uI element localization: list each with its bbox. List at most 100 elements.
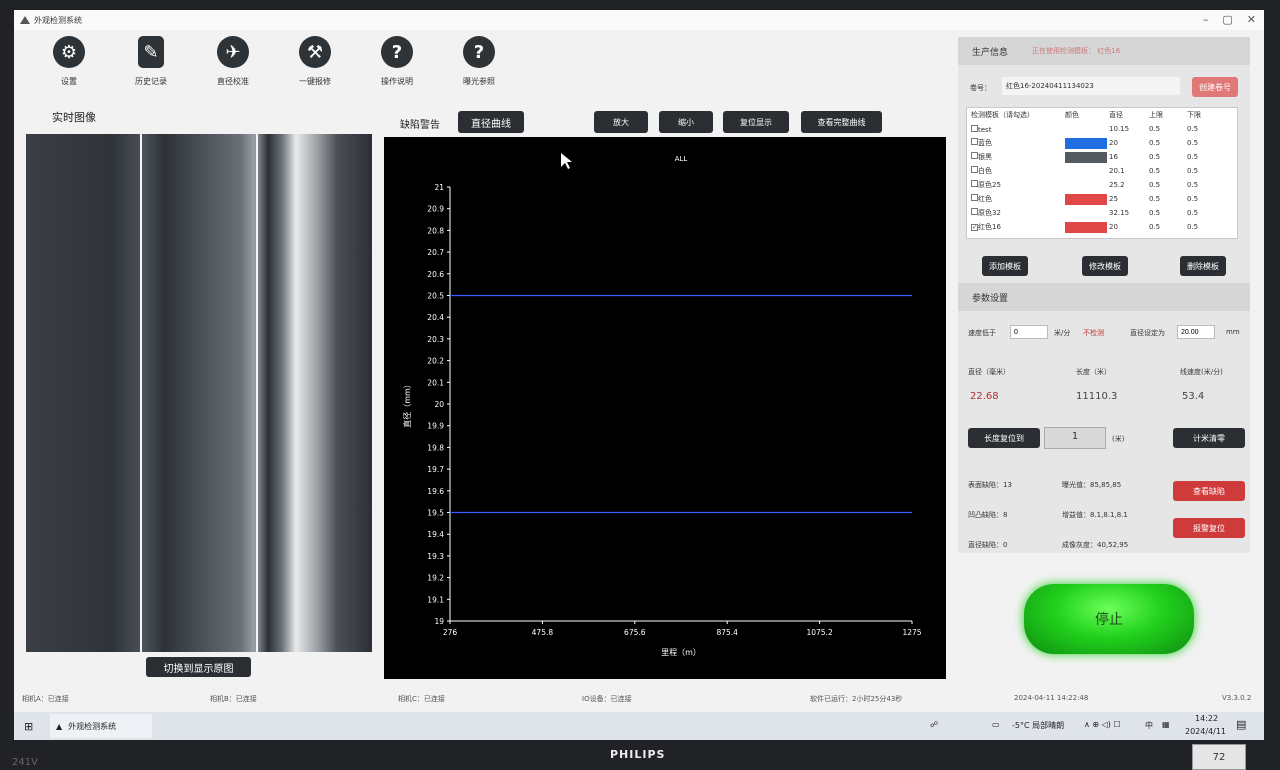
app-logo-icon (20, 15, 30, 25)
template-row[interactable]: 红色 25 0.5 0.5 (967, 192, 1237, 206)
realtime-image (26, 134, 372, 652)
template-diameter: 20.1 (1109, 167, 1125, 175)
y-tick-label: 20.7 (427, 248, 444, 257)
add-template-button[interactable]: 添加模板 (982, 256, 1028, 276)
x-tick-label: 475.8 (532, 628, 554, 637)
y-tick-label: 20.6 (427, 270, 444, 279)
y-tick-label: 20.4 (427, 313, 444, 322)
notification-icon[interactable]: ▤ (1236, 718, 1246, 731)
template-row[interactable]: 银黑 16 0.5 0.5 (967, 150, 1237, 164)
close-icon[interactable]: ✕ (1247, 13, 1256, 26)
taskbar-time[interactable]: 14:22 (1195, 714, 1218, 723)
taskbar-app-button[interactable]: ▲ 外观检测系统 (50, 714, 152, 738)
template-name-cell: 原色25 (967, 180, 1065, 190)
template-upper: 0.5 (1149, 195, 1161, 203)
y-axis-label: 直径（mm） (402, 380, 412, 428)
monitor-model: 241V (12, 757, 38, 768)
toolbar-item-0[interactable]: ⚙ 设置 (28, 36, 110, 100)
windows-start-icon[interactable]: ⊞ (24, 720, 33, 733)
ime-indicator[interactable]: 中 (1145, 720, 1153, 731)
template-name-cell: 白色 (967, 166, 1065, 176)
template-checkbox[interactable] (971, 152, 978, 159)
template-color-swatch (1065, 123, 1107, 135)
template-diameter: 32.15 (1109, 209, 1130, 217)
template-in-use: 正在使用检测模板： 红色16 (1032, 47, 1121, 55)
speed-below-label: 速度低于 (968, 329, 996, 337)
meter-zero-button[interactable]: 计米清零 (1173, 428, 1245, 448)
edit-template-button[interactable]: 修改模板 (1082, 256, 1128, 276)
tab-defect-warning[interactable]: 缺陷警告 (400, 116, 440, 131)
y-tick-label: 19.7 (427, 465, 444, 474)
template-row[interactable]: ✓红色16 20 0.5 0.5 (967, 220, 1237, 234)
tab-diameter-curve[interactable]: 直径曲线 (458, 111, 524, 133)
template-checkbox[interactable] (971, 194, 978, 201)
template-color-swatch (1065, 207, 1107, 219)
template-upper: 0.5 (1149, 223, 1161, 231)
switch-original-button[interactable]: 切换到显示原图 (146, 657, 251, 677)
chart-title: ALL (675, 155, 688, 163)
alarm-reset-button[interactable]: 报警复位 (1173, 518, 1245, 538)
tray-icons[interactable]: ∧ ⊕ ◁) ☐ (1084, 720, 1121, 729)
template-name: 蓝色 (978, 139, 992, 147)
template-row[interactable]: test 10.15 0.5 0.5 (967, 122, 1237, 136)
template-row[interactable]: 白色 20.1 0.5 0.5 (967, 164, 1237, 178)
template-checkbox[interactable] (971, 124, 978, 132)
title-bar: 外观检测系统 – ▢ ✕ (14, 10, 1264, 30)
speed-threshold-input[interactable] (1010, 325, 1048, 339)
monitor-brand: PHILIPS (610, 748, 666, 761)
y-tick-label: 20 (434, 400, 444, 409)
diameter-unit: mm (1226, 328, 1240, 336)
surface-defects: 表面缺陷：13 (968, 481, 1012, 489)
zoom-out-button[interactable]: 缩小 (659, 111, 713, 133)
toolbar-item-4[interactable]: ? 操作说明 (356, 36, 438, 100)
production-title: 生产信息 (972, 47, 1009, 58)
toolbar-item-2[interactable]: ✈ 直径校准 (192, 36, 274, 100)
view-defects-button[interactable]: 查看缺陷 (1173, 481, 1245, 501)
reset-view-button[interactable]: 复位显示 (723, 111, 789, 133)
toolbar-item-3[interactable]: ⚒ 一键报修 (274, 36, 356, 100)
template-name: 红色 (978, 195, 992, 203)
template-name: 原色32 (978, 209, 1001, 217)
reset-length-button[interactable]: 长度复位到 (968, 428, 1040, 448)
template-row[interactable]: 原色25 25.2 0.5 0.5 (967, 178, 1237, 192)
roll-number-field[interactable]: 红色16-20240411134023 (1002, 77, 1180, 95)
template-checkbox[interactable] (971, 138, 978, 145)
template-upper: 0.5 (1149, 139, 1161, 147)
template-color-swatch (1065, 137, 1107, 149)
bump-defects: 凹凸缺陷：8 (968, 511, 1008, 519)
template-row[interactable]: 原色32 32.15 0.5 0.5 (967, 206, 1237, 220)
toolbar-item-label: 历史记录 (135, 77, 167, 86)
delete-template-button[interactable]: 删除模板 (1180, 256, 1226, 276)
zoom-in-button[interactable]: 放大 (594, 111, 648, 133)
stop-button[interactable]: 停止 (1024, 584, 1194, 654)
template-name: 白色 (978, 167, 992, 175)
template-checkbox[interactable]: ✓ (971, 224, 978, 231)
y-tick-label: 19.6 (427, 487, 444, 496)
create-roll-button[interactable]: 创建卷号 (1192, 77, 1238, 97)
taskbar-date[interactable]: 2024/4/11 (1185, 727, 1226, 736)
weather-text[interactable]: -5°C 局部晴朗 (1012, 720, 1064, 731)
reset-length-input[interactable]: 1 (1044, 427, 1106, 449)
template-checkbox[interactable] (971, 166, 978, 173)
minimize-icon[interactable]: – (1203, 13, 1209, 26)
help-icon: ? (463, 36, 495, 68)
maximize-icon[interactable]: ▢ (1222, 13, 1232, 26)
template-checkbox[interactable] (971, 180, 978, 187)
keyboard-icon[interactable]: ▦ (1162, 720, 1170, 729)
people-icon[interactable]: ☍ (930, 720, 938, 729)
template-row[interactable]: 蓝色 20 0.5 0.5 (967, 136, 1237, 150)
app-screen: 外观检测系统 – ▢ ✕ ⚙ 设置 ✎ 历史记录 ✈ 直径校准 ⚒ 一键报修? 操作说明? 曝光参… (14, 10, 1264, 740)
col-diameter-label: 直径（毫米） (968, 368, 1010, 376)
y-tick-label: 19.2 (427, 574, 444, 583)
diameter-setpoint-input[interactable] (1177, 325, 1215, 339)
y-tick-label: 19.5 (427, 509, 444, 518)
params-header: 参数设置 (958, 283, 1250, 311)
template-lower: 0.5 (1187, 167, 1199, 175)
window-title: 外观检测系统 (34, 15, 82, 25)
template-checkbox[interactable] (971, 208, 978, 215)
meter-unit: (米) (1112, 435, 1125, 443)
template-color-swatch (1065, 151, 1107, 163)
toolbar-item-5[interactable]: ? 曝光参照 (438, 36, 520, 100)
view-full-curve-button[interactable]: 查看完整曲线 (801, 111, 882, 133)
toolbar-item-1[interactable]: ✎ 历史记录 (110, 36, 192, 100)
